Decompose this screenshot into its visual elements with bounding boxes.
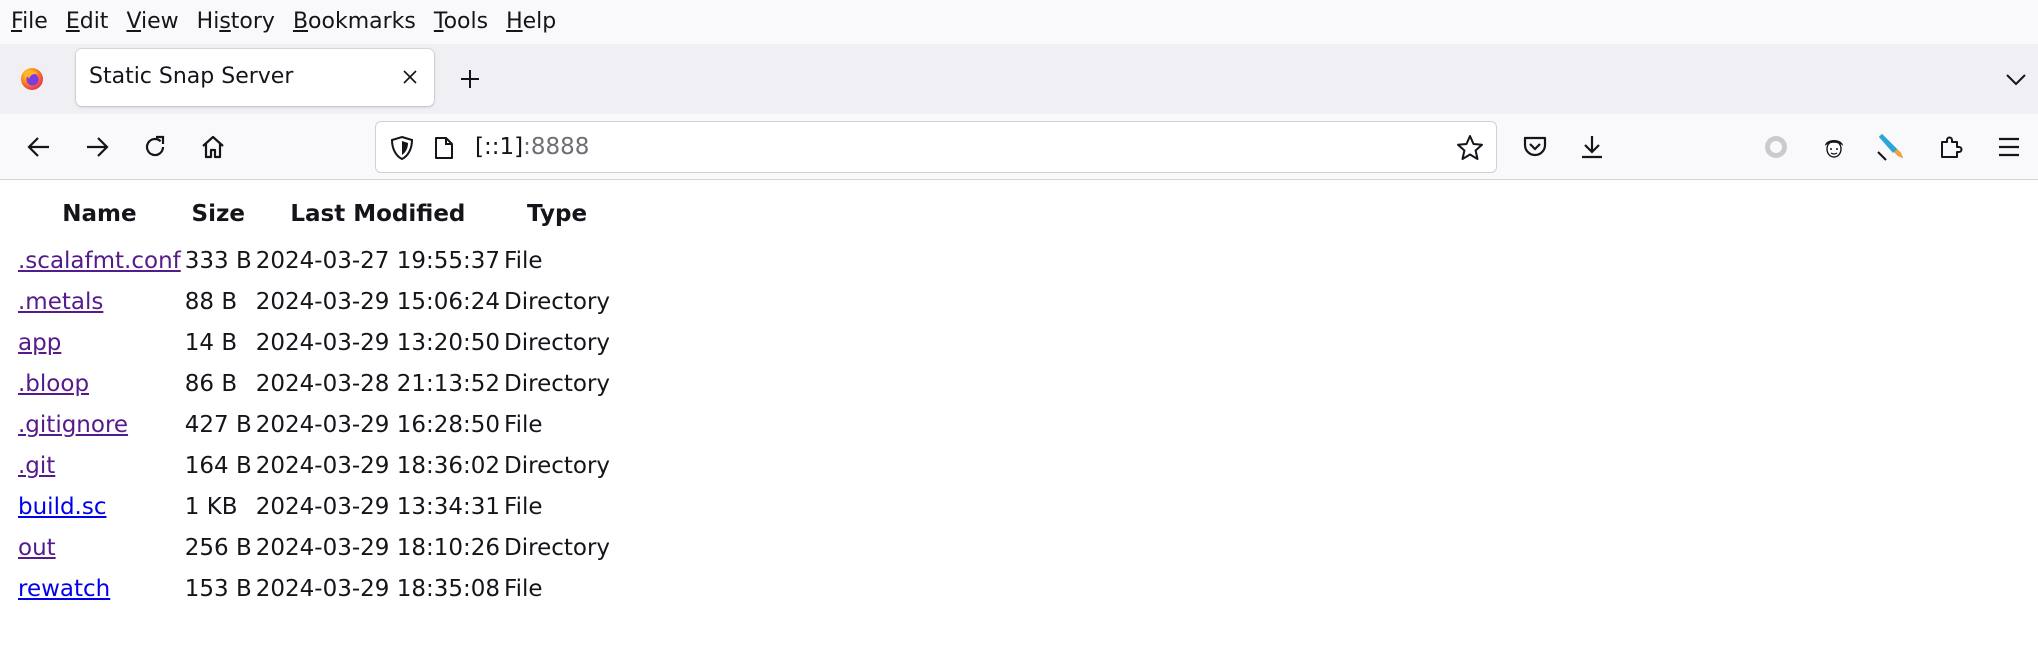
- cell-last-modified: 2024-03-28 21:13:52: [255, 371, 501, 397]
- cell-last-modified: 2024-03-29 18:36:02: [255, 453, 501, 479]
- shield-icon[interactable]: [388, 134, 416, 162]
- menu-bar: File Edit View History Bookmarks Tools H…: [0, 0, 2038, 44]
- table-row: .scalafmt.conf 333 B 2024-03-27 19:55:37 Fi…: [16, 241, 612, 282]
- file-link[interactable]: .metals: [18, 289, 103, 315]
- tab-title: Static Snap Server: [89, 64, 294, 89]
- plus-icon[interactable]: [455, 64, 485, 94]
- firefox-logo-icon[interactable]: [20, 67, 44, 91]
- menu-help[interactable]: Help: [497, 0, 565, 44]
- back-arrow-icon[interactable]: [22, 130, 56, 164]
- table-header-row: Name Size Last Modified Type: [16, 195, 612, 241]
- download-icon[interactable]: [1575, 130, 1609, 164]
- cell-name: app: [16, 323, 183, 364]
- close-icon[interactable]: [398, 65, 422, 89]
- navigation-toolbar: [::1]:8888: [0, 114, 2038, 180]
- menu-file[interactable]: File: [2, 0, 57, 44]
- table-row: rewatch 153 B 2024-03-29 18:35:08 File: [16, 569, 612, 610]
- file-link[interactable]: .gitignore: [18, 412, 128, 438]
- cell-name: out: [16, 528, 183, 569]
- cell-size: 86 B: [184, 371, 238, 397]
- cell-size: 14 B: [184, 330, 238, 356]
- tab-active[interactable]: Static Snap Server: [76, 49, 434, 106]
- menu-edit[interactable]: Edit: [57, 0, 118, 44]
- table-row: .git 164 B 2024-03-29 18:36:02 Directory: [16, 446, 612, 487]
- menu-bookmarks[interactable]: Bookmarks: [284, 0, 425, 44]
- cell-type: File: [504, 494, 543, 520]
- cell-last-modified: 2024-03-27 19:55:37: [255, 248, 501, 274]
- cell-last-modified: 2024-03-29 13:34:31: [255, 494, 501, 520]
- cell-size: 427 B: [184, 412, 252, 438]
- cell-last-modified: 2024-03-29 16:28:50: [255, 412, 501, 438]
- url-host: [::1]: [475, 134, 524, 160]
- cell-name: rewatch: [16, 569, 183, 610]
- table-row: .gitignore 427 B 2024-03-29 16:28:50 File: [16, 405, 612, 446]
- avatar-extension-icon[interactable]: [1817, 130, 1851, 164]
- cell-last-modified: 2024-03-29 18:35:08: [255, 576, 501, 602]
- table-row: out 256 B 2024-03-29 18:10:26 Directory: [16, 528, 612, 569]
- file-link[interactable]: out: [18, 535, 56, 561]
- column-header-name: Name: [62, 201, 137, 227]
- file-link[interactable]: build.sc: [18, 494, 107, 520]
- forward-arrow-icon[interactable]: [80, 130, 114, 164]
- menu-history[interactable]: History: [188, 0, 284, 44]
- menu-view[interactable]: View: [117, 0, 187, 44]
- cell-name: .gitignore: [16, 405, 183, 446]
- cell-type: File: [504, 248, 543, 274]
- file-link[interactable]: .git: [18, 453, 55, 479]
- table-row: .metals 88 B 2024-03-29 15:06:24 Directory: [16, 282, 612, 323]
- pencil-extension-icon[interactable]: [1874, 130, 1908, 164]
- cell-type: Directory: [504, 371, 611, 397]
- tab-strip: Static Snap Server: [0, 44, 2038, 114]
- star-icon[interactable]: [1456, 134, 1484, 162]
- hamburger-menu-icon[interactable]: [1992, 130, 2026, 164]
- puzzle-icon[interactable]: [1934, 130, 1968, 164]
- cell-name: .scalafmt.conf: [16, 241, 183, 282]
- cell-type: Directory: [504, 535, 611, 561]
- home-icon[interactable]: [196, 130, 230, 164]
- column-header-type: Type: [527, 201, 588, 227]
- chevron-down-icon[interactable]: [2002, 66, 2030, 94]
- cell-type: Directory: [504, 330, 611, 356]
- cell-size: 164 B: [184, 453, 252, 479]
- file-link[interactable]: .scalafmt.conf: [18, 248, 181, 274]
- cell-name: .bloop: [16, 364, 183, 405]
- cell-name: .metals: [16, 282, 183, 323]
- column-header-last-modified: Last Modified: [290, 201, 466, 227]
- table-row: .bloop 86 B 2024-03-28 21:13:52 Directory: [16, 364, 612, 405]
- cell-last-modified: 2024-03-29 18:10:26: [255, 535, 501, 561]
- table-row: app 14 B 2024-03-29 13:20:50 Directory: [16, 323, 612, 364]
- file-link[interactable]: rewatch: [18, 576, 110, 602]
- url-port: :8888: [523, 134, 590, 160]
- circle-extension-icon[interactable]: [1759, 130, 1793, 164]
- cell-type: Directory: [504, 289, 611, 315]
- cell-last-modified: 2024-03-29 15:06:24: [255, 289, 501, 315]
- cell-last-modified: 2024-03-29 13:20:50: [255, 330, 501, 356]
- page-content: Name Size Last Modified Type .scalafmt.c…: [0, 181, 2038, 660]
- url-bar[interactable]: [::1]:8888: [375, 121, 1497, 173]
- pocket-icon[interactable]: [1518, 130, 1552, 164]
- cell-type: File: [504, 576, 543, 602]
- cell-name: .git: [16, 446, 183, 487]
- cell-size: 256 B: [184, 535, 252, 561]
- page-icon[interactable]: [430, 134, 458, 162]
- table-body: .scalafmt.conf 333 B 2024-03-27 19:55:37 Fi…: [16, 241, 612, 610]
- url-text[interactable]: [::1]:8888: [475, 134, 589, 160]
- cell-type: File: [504, 412, 543, 438]
- file-link[interactable]: app: [18, 330, 61, 356]
- file-link[interactable]: .bloop: [18, 371, 89, 397]
- cell-size: 333 B: [184, 248, 252, 274]
- directory-listing-table: Name Size Last Modified Type .scalafmt.c…: [16, 195, 612, 610]
- column-header-size: Size: [191, 201, 245, 227]
- menu-tools[interactable]: Tools: [425, 0, 497, 44]
- cell-size: 88 B: [184, 289, 238, 315]
- cell-size: 1 KB: [184, 494, 238, 520]
- table-row: build.sc 1 KB 2024-03-29 13:34:31 File: [16, 487, 612, 528]
- cell-size: 153 B: [184, 576, 252, 602]
- cell-name: build.sc: [16, 487, 183, 528]
- reload-icon[interactable]: [138, 130, 172, 164]
- cell-type: Directory: [504, 453, 611, 479]
